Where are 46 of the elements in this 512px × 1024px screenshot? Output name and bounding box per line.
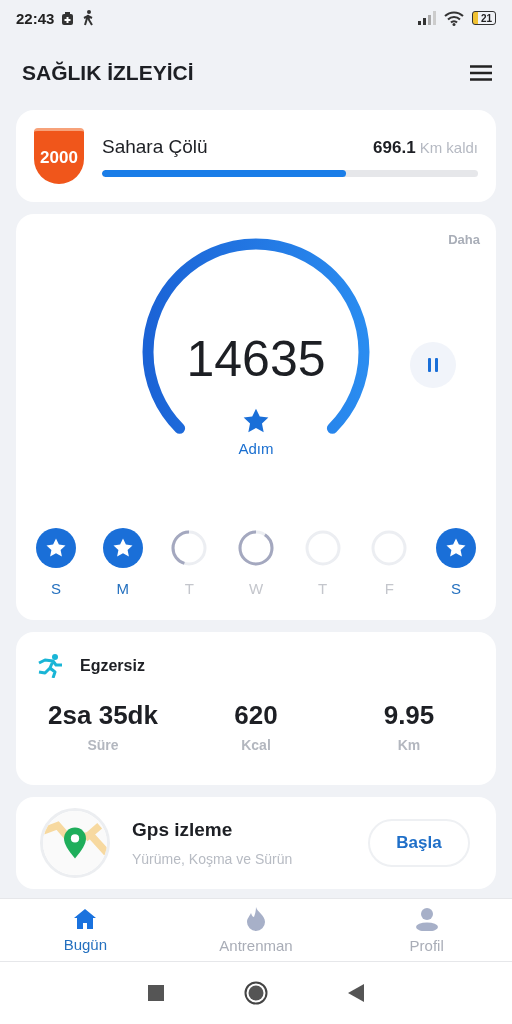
star-day-icon xyxy=(435,528,476,568)
challenge-name: Sahara Çölü xyxy=(102,135,208,158)
gps-title: Gps izleme xyxy=(132,819,234,841)
day-label: W xyxy=(248,580,264,597)
medical-kit-icon xyxy=(62,11,74,25)
step-count: 14635 xyxy=(185,330,327,388)
app-title: SAĞLIK İZLEYİCİ xyxy=(22,61,194,85)
pause-button[interactable] xyxy=(410,342,456,388)
home-button[interactable] xyxy=(244,981,268,1005)
nav-tab[interactable]: Bugün xyxy=(0,899,171,961)
remaining-unit: Km kaldı xyxy=(419,138,478,156)
wifi-icon xyxy=(443,10,464,26)
day-label: F xyxy=(384,580,394,597)
stat-value: 620 xyxy=(234,700,278,731)
stat-label: Kcal xyxy=(241,737,271,753)
menu-icon[interactable] xyxy=(470,65,492,81)
running-icon xyxy=(38,654,64,678)
gps-subtitle: Yürüme, Koşma ve Sürün xyxy=(132,851,294,867)
remaining-distance: 696.1 xyxy=(373,137,416,157)
day-label: M xyxy=(116,580,129,597)
battery-indicator: 21 xyxy=(471,11,496,25)
star-day-icon xyxy=(36,528,76,568)
walking-icon xyxy=(81,10,96,26)
start-button[interactable]: Başla xyxy=(368,819,470,867)
star-day-icon xyxy=(102,528,143,568)
day-label: T xyxy=(318,580,328,597)
stat-label: Km xyxy=(397,737,421,753)
star-icon xyxy=(243,408,269,434)
home-icon xyxy=(73,907,98,930)
steps-label: Adım xyxy=(237,440,275,457)
challenge-badge: 2000 xyxy=(34,128,84,184)
clock: 22:43 xyxy=(16,9,55,27)
person-icon xyxy=(414,906,439,931)
map-pin-icon xyxy=(40,808,110,878)
stat-label: Süre xyxy=(87,737,119,753)
signal-icon xyxy=(417,11,436,25)
pause-icon xyxy=(428,358,438,372)
exercise-title: Egzersiz xyxy=(80,657,145,675)
stat-value: 2sa 35dk xyxy=(48,700,158,731)
day-label: S xyxy=(450,580,461,597)
back-button[interactable] xyxy=(348,984,364,1002)
challenge-card[interactable]: 2000 Sahara Çölü 696.1 Km kaldı xyxy=(16,110,496,202)
flame-icon xyxy=(246,906,266,931)
day-label: S xyxy=(51,580,61,597)
stat-value: 9.95 xyxy=(383,700,435,731)
day-label: T xyxy=(184,580,194,597)
